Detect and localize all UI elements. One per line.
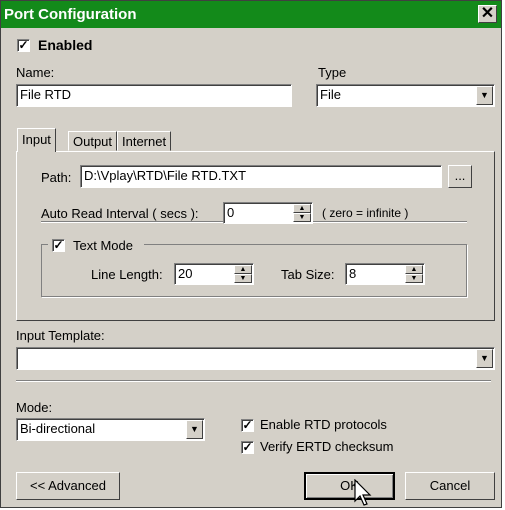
spin-down-icon[interactable]: ▼ [293,213,311,222]
enable-rtd-label: Enable RTD protocols [260,417,387,432]
cancel-button-label: Cancel [429,478,471,493]
tab-output-label: Output [73,134,113,149]
chevron-down-icon[interactable]: ▼ [476,349,493,368]
input-template-label: Input Template: [16,328,105,343]
enabled-checkbox[interactable]: ✓ [17,39,30,52]
tab-size-label: Tab Size: [281,267,335,282]
mode-label: Mode: [16,400,53,415]
advanced-button[interactable]: << Advanced [16,472,120,500]
tab-input[interactable]: Input [17,128,56,152]
divider [16,380,491,382]
port-configuration-dialog: Port Configuration ✕ ✓ Enabled Name: Fil… [0,0,502,508]
input-template-dropdown[interactable]: ▼ [16,347,495,370]
mode-dropdown-value: Bi-directional [20,421,96,436]
enabled-label: Enabled [38,37,93,53]
chevron-down-icon[interactable]: ▼ [476,86,493,105]
tab-size-value: 8 [349,266,357,281]
auto-read-interval-label: Auto Read Interval ( secs ): [41,206,199,221]
browse-button[interactable]: ... [448,165,472,188]
path-input[interactable]: D:\Vplay\RTD\File RTD.TXT [80,165,442,188]
chevron-down-icon[interactable]: ▼ [186,420,203,439]
spin-up-icon[interactable]: ▲ [293,204,311,213]
cancel-button[interactable]: Cancel [405,472,495,500]
spin-up-icon[interactable]: ▲ [405,265,423,274]
tab-input-label: Input [22,132,51,147]
enable-rtd-checkbox[interactable]: ✓ [241,419,254,432]
spin-down-icon[interactable]: ▼ [234,274,252,283]
name-input[interactable]: File RTD [16,84,292,107]
spin-up-icon[interactable]: ▲ [234,265,252,274]
text-mode-checkbox[interactable]: ✓ [52,239,65,252]
tab-internet[interactable]: Internet [117,131,172,151]
advanced-button-label: << Advanced [30,478,106,493]
path-input-value: D:\Vplay\RTD\File RTD.TXT [84,168,247,183]
path-label: Path: [41,170,72,185]
auto-read-hint: ( zero = infinite ) [322,206,409,220]
window-title: Port Configuration [4,6,137,23]
name-label: Name: [16,65,55,80]
spin-down-icon[interactable]: ▼ [405,274,423,283]
tab-output[interactable]: Output [68,131,118,151]
line-length-value: 20 [178,266,193,281]
title-bar[interactable]: Port Configuration ✕ [1,1,501,28]
close-button[interactable]: ✕ [478,5,497,23]
verify-ertd-checkbox[interactable]: ✓ [241,441,254,454]
name-input-value: File RTD [20,87,72,102]
tab-internet-label: Internet [122,134,167,149]
type-label: Type [318,65,347,80]
type-dropdown-value: File [320,87,341,102]
line-length-label: Line Length: [91,267,163,282]
mode-dropdown[interactable]: Bi-directional ▼ [16,418,205,441]
close-icon: ✕ [480,5,495,22]
auto-read-interval-value: 0 [227,205,235,220]
verify-ertd-label: Verify ERTD checksum [260,439,394,454]
browse-button-label: ... [454,168,466,183]
text-mode-label: Text Mode [73,238,133,253]
type-dropdown[interactable]: File ▼ [316,84,495,107]
mouse-cursor-icon [354,479,372,506]
ok-button[interactable]: OK [304,472,395,500]
